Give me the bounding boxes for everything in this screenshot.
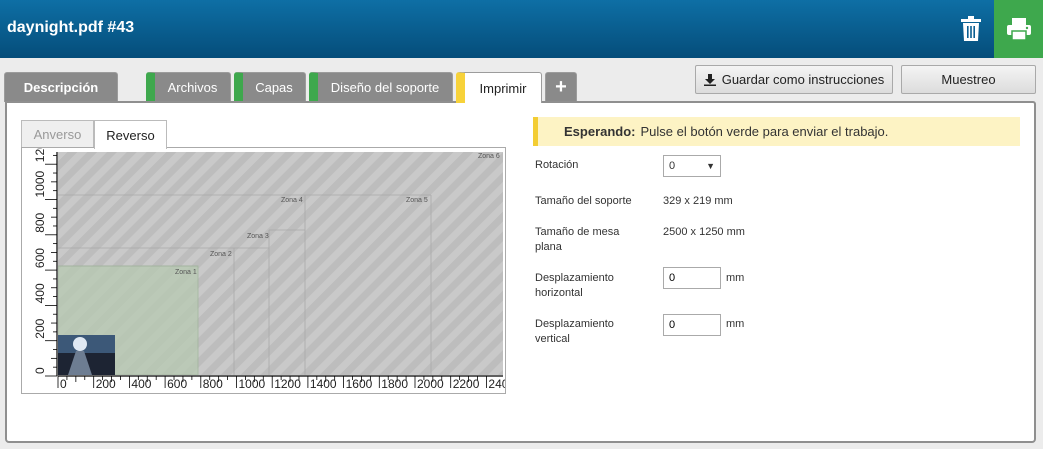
offset-v-label: Desplazamiento vertical (535, 318, 614, 345)
trash-icon (961, 16, 981, 41)
zone-label: Zona 5 (406, 197, 428, 204)
offset-h-unit: mm (726, 272, 745, 284)
rotation-label: Rotación (535, 159, 579, 171)
plus-icon: + (555, 76, 567, 98)
save-instructions-button[interactable]: Guardar como instrucciones (695, 65, 893, 94)
x-tick-label: 1200 (274, 377, 301, 391)
table-size-value: 2500 x 1250 mm (663, 226, 745, 238)
offset-h-label: Desplazamiento horizontal (535, 272, 614, 299)
app-header: daynight.pdf #43 (0, 0, 1043, 58)
chevron-down-icon: ▼ (706, 161, 715, 171)
zone-label: Zona 2 (210, 251, 232, 258)
y-tick-label: 400 (33, 283, 47, 303)
offset-v-input[interactable] (663, 314, 721, 336)
offset-v-unit: mm (726, 318, 745, 330)
subtab-front[interactable]: Anverso (21, 120, 94, 148)
x-tick-label: 240 (488, 377, 505, 391)
x-tick-label: 1600 (346, 377, 373, 391)
job-title: daynight.pdf #43 (7, 19, 135, 36)
subtab-label: Reverso (106, 127, 155, 143)
y-tick-label: 0 (33, 367, 47, 374)
x-tick-label: 1800 (381, 377, 408, 391)
delete-button[interactable] (950, 8, 992, 50)
x-tick-label: 2000 (417, 377, 444, 391)
status-message: Pulse el botón verde para enviar el trab… (640, 124, 889, 139)
x-tick-label: 2200 (453, 377, 480, 391)
zone-label: Zona 3 (247, 233, 269, 240)
tab-label: Imprimir (479, 80, 527, 96)
tab-layers[interactable]: Capas (234, 72, 306, 102)
x-tick-label: 1400 (310, 377, 337, 391)
zone-label: Zona 1 (175, 269, 197, 276)
tab-print[interactable]: Imprimir (456, 72, 542, 103)
proof-button[interactable]: Muestreo (901, 65, 1036, 94)
download-icon (703, 73, 716, 86)
subtab-label: Anverso (33, 127, 82, 142)
y-tick-label: 1000 (33, 170, 47, 197)
x-tick-label: 200 (96, 377, 116, 391)
zone-label: Zona 4 (281, 197, 303, 204)
zone-label: Zona 6 (478, 153, 500, 160)
x-tick-label: 1000 (239, 377, 266, 391)
tab-label: Capas (255, 80, 293, 95)
media-size-value: 329 x 219 mm (663, 195, 733, 207)
print-button[interactable] (994, 0, 1043, 58)
y-tick-label: 800 (33, 212, 47, 232)
x-tick-label: 0 (60, 377, 67, 391)
tab-label: Descripción (23, 80, 99, 95)
select-value: 0 (669, 160, 676, 172)
add-tab-button[interactable]: + (545, 72, 577, 102)
preview-canvas: Zona 6 Zona 4 Zona 5 Zona 3 Zona 2 Zona … (22, 135, 509, 393)
button-label: Muestreo (941, 72, 996, 87)
table-size-label: Tamaño de mesa plana (535, 226, 620, 253)
tab-files[interactable]: Archivos (146, 72, 231, 102)
y-tick-label: 1200 (33, 148, 47, 162)
media-size-label: Tamaño del soporte (535, 195, 632, 207)
y-tick-label: 600 (33, 248, 47, 268)
status-label: Esperando: (564, 124, 636, 139)
rotation-select[interactable]: 0 ▼ (663, 155, 721, 177)
job-thumbnail (58, 335, 115, 375)
tab-label: Diseño del soporte (330, 80, 440, 95)
tab-label: Archivos (167, 80, 218, 95)
table-preview: Zona 6 Zona 4 Zona 5 Zona 3 Zona 2 Zona … (21, 135, 509, 394)
offset-h-input[interactable] (663, 267, 721, 289)
tab-media-design[interactable]: Diseño del soporte (309, 72, 453, 102)
x-tick-label: 400 (131, 377, 151, 391)
button-label: Guardar como instrucciones (721, 72, 885, 87)
printer-icon (1006, 18, 1031, 41)
x-tick-label: 800 (203, 377, 223, 391)
status-banner: Esperando: Pulse el botón verde para env… (533, 117, 1020, 146)
tab-description[interactable]: Descripción (4, 72, 118, 102)
y-tick-label: 200 (33, 318, 47, 338)
subtab-back[interactable]: Reverso (94, 120, 167, 149)
x-tick-label: 600 (167, 377, 187, 391)
